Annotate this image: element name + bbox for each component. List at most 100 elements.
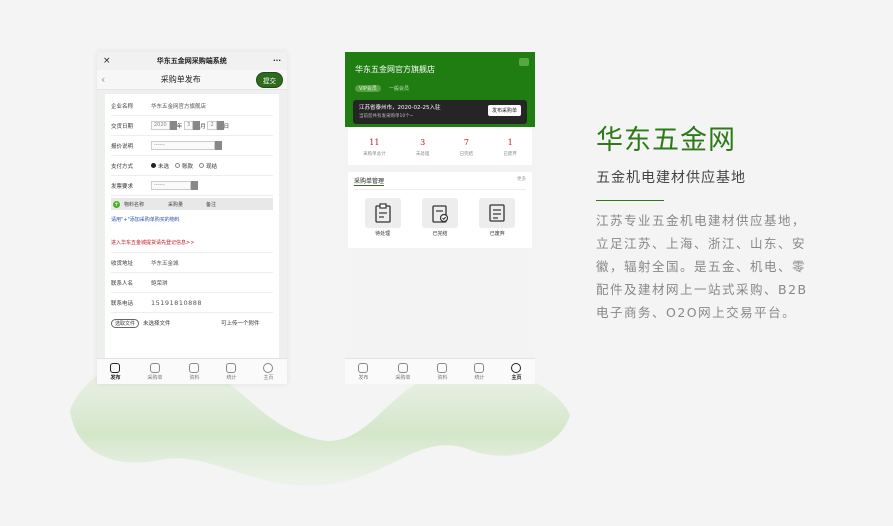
add-material-hint: 请用"+"添加采购单购买的物料	[111, 217, 180, 223]
brand-title: 华东五金网	[596, 125, 736, 156]
year-dropdown-icon[interactable]	[169, 121, 177, 130]
col-quantity: 采购量	[168, 201, 184, 208]
wechat-title-bar: × 华东五金网采购端系统 ···	[97, 52, 287, 70]
form-area: 企业名称 华东五金网官方旗舰店 交货日期 2020 年 3 月 2 日 报价说明…	[97, 90, 287, 362]
pending-label: 待处理	[375, 231, 391, 237]
more-link[interactable]: 更多	[517, 176, 526, 186]
choose-file-button[interactable]: 选取文件	[111, 318, 140, 328]
management-title: 采购单管理	[354, 178, 385, 186]
year-select[interactable]: 2020	[151, 121, 170, 130]
date-label: 交货日期	[111, 123, 134, 130]
intro-panel: 华东五金网 五金机电建材供应基地 江苏专业五金机电建材供应基地，立足江苏、上海、…	[596, 118, 816, 324]
invoice-label: 发票要求	[111, 183, 134, 190]
tab-profile[interactable]: 资料	[189, 362, 200, 381]
upload-hint: 可上传一个附件	[221, 321, 260, 327]
profile-icon	[437, 362, 448, 373]
col-remark: 备注	[206, 201, 217, 208]
title-divider	[596, 200, 664, 201]
no-file-text: 未选择文件	[143, 321, 171, 327]
purchase-form: 企业名称 华东五金网官方旗舰店 交货日期 2020 年 3 月 2 日 报价说明…	[105, 94, 279, 362]
phone-row: 联系电话 15191810888	[111, 293, 273, 313]
invoice-select[interactable]: ------	[151, 181, 191, 190]
submit-button[interactable]: 提交	[256, 71, 283, 88]
tab-home[interactable]: 主页	[263, 362, 274, 381]
publish-icon	[110, 362, 121, 373]
management-header: 采购单管理 更多	[354, 176, 526, 190]
phone-value[interactable]: 15191810888	[151, 299, 202, 307]
add-material-icon[interactable]: +	[113, 200, 120, 208]
date-row: 交货日期 2020 年 3 月 2 日	[111, 116, 273, 136]
member-level: 一般会员	[389, 86, 410, 92]
store-home-phone: 华东五金网官方旗舰店 VIP会员 一般会员 江苏省泰州市，2020-02-25入…	[345, 52, 535, 384]
back-icon[interactable]: ‹	[101, 73, 105, 86]
tab-publish[interactable]: 发布	[110, 362, 121, 381]
stat-label: 已废弃	[503, 151, 517, 157]
tab-bar: 发布 采购单 资料 统计 主页	[345, 358, 535, 384]
tab-profile[interactable]: 资料	[437, 362, 448, 381]
tab-purchase-orders[interactable]: 采购单	[147, 362, 163, 381]
quote-select[interactable]: ------	[151, 141, 215, 150]
user-icon	[263, 362, 274, 373]
member-badge: VIP会员	[355, 85, 381, 92]
payment-option-cash[interactable]: 现结	[199, 162, 217, 170]
completed-orders-button[interactable]: 已完结	[421, 198, 458, 237]
stat-number: 3	[420, 137, 426, 147]
month-unit: 月	[200, 123, 206, 130]
year-unit: 年	[176, 123, 183, 130]
stat-label: 采购单总计	[363, 151, 386, 157]
pending-orders-button[interactable]: 待处理	[364, 198, 401, 237]
orders-icon	[149, 362, 160, 373]
phone-label: 联系电话	[111, 300, 134, 307]
stat-discarded[interactable]: 1 已废弃	[503, 138, 517, 157]
brand-description: 江苏专业五金机电建材供应基地，立足江苏、上海、浙江、山东、安徽，辐射全国。是五金…	[596, 213, 808, 320]
company-row: 企业名称 华东五金网官方旗舰店	[111, 96, 273, 116]
store-banner: 江苏省泰州市，2020-02-25入驻 当前您共有发采购单10个~ 发布采购单	[353, 100, 527, 124]
tab-statistics[interactable]: 统计	[474, 362, 485, 381]
tab-statistics[interactable]: 统计	[226, 362, 237, 381]
stat-number: 1	[507, 137, 513, 147]
payment-row: 支付方式 未选 账款 现结	[111, 156, 273, 176]
clipboard-check-icon	[421, 198, 458, 228]
payment-option-credit[interactable]: 账款	[175, 162, 193, 170]
discarded-orders-button[interactable]: 已废弃	[479, 198, 516, 237]
address-value[interactable]: 华东五金城	[151, 259, 179, 267]
close-icon[interactable]: ×	[103, 56, 111, 66]
quote-dropdown-icon[interactable]	[215, 141, 222, 150]
tab-publish[interactable]: 发布	[358, 362, 369, 381]
payment-label: 支付方式	[111, 163, 134, 170]
payment-option-unselected[interactable]: 未选	[151, 162, 169, 170]
register-info-link[interactable]: 进入华东五金城提货请先登记信息>>	[111, 233, 273, 253]
day-dropdown-icon[interactable]	[216, 121, 224, 130]
brand-subtitle: 五金机电建材供应基地	[596, 170, 746, 186]
discarded-label: 已废弃	[489, 231, 505, 237]
contact-value[interactable]: 鲍荣琪	[151, 279, 168, 287]
completed-label: 已完结	[432, 231, 448, 237]
invoice-dropdown-icon[interactable]	[191, 181, 198, 190]
tab-home[interactable]: 主页	[511, 362, 522, 381]
store-name: 华东五金网官方旗舰店	[355, 65, 435, 74]
message-icon[interactable]	[519, 58, 529, 66]
month-dropdown-icon[interactable]	[193, 121, 201, 130]
tab-purchase-orders[interactable]: 采购单	[395, 362, 411, 381]
order-stats: 11 采购单总计 3 未处理 7 已完结 1 已废弃	[348, 127, 532, 165]
material-table-header: + 物料名称 采购量 备注	[111, 198, 273, 210]
radio-icon	[199, 163, 205, 168]
more-icon[interactable]: ···	[273, 57, 281, 65]
day-unit: 日	[223, 123, 230, 130]
stat-total[interactable]: 11 采购单总计	[363, 138, 386, 157]
stat-pending[interactable]: 3 未处理	[416, 138, 430, 157]
month-select[interactable]: 3	[184, 121, 194, 130]
day-select[interactable]: 2	[207, 121, 217, 130]
radio-icon	[175, 163, 181, 168]
nav-bar: ‹ 采购单发布 提交	[97, 70, 287, 90]
chart-icon	[226, 362, 237, 373]
chart-icon	[474, 362, 485, 373]
publish-order-button[interactable]: 发布采购单	[487, 105, 521, 116]
orders-icon	[397, 362, 408, 373]
attachment-row: 选取文件 未选择文件 可上传一个附件	[111, 313, 273, 333]
address-row: 收货地址 华东五金城	[111, 253, 273, 273]
management-icons: 待处理 已完结 已废弃	[354, 198, 526, 237]
stat-completed[interactable]: 7 已完结	[460, 138, 474, 157]
radio-selected-icon	[151, 163, 156, 168]
quote-row: 报价说明 ------	[111, 136, 273, 156]
